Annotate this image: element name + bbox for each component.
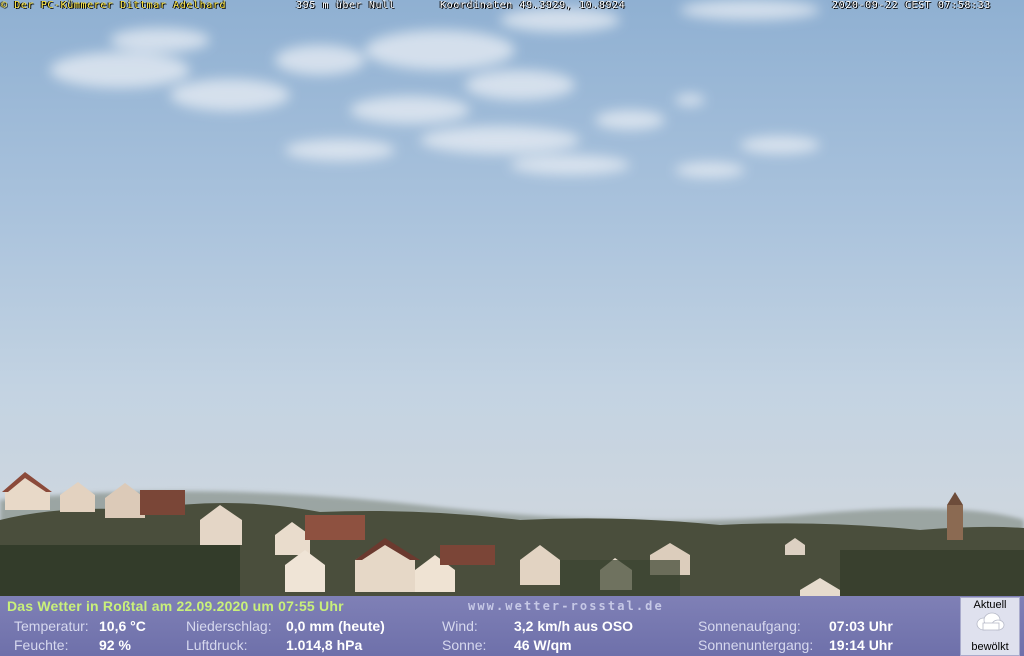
coordinates-text: Koordinaten 49.3929, 10.8924 [440,0,626,11]
sunrise-value: 07:03 Uhr [829,618,893,634]
sun-value: 46 W/qm [514,637,572,653]
wind-label: Wind: [442,618,478,634]
webcam-overlay-bar: © Der PC-Kümmerer Dittmar Adelhard 395 m… [0,0,1024,12]
sunset-value: 19:14 Uhr [829,637,893,653]
temperature-value: 10,6 °C [99,618,146,634]
website-text: www.wetter-rosstal.de [468,599,664,613]
timestamp-text: 2020-09-22 CEST 07:58:33 [832,0,991,11]
humidity-value: 92 % [99,637,131,653]
pressure-value: 1.014,8 hPa [286,637,363,653]
condition-heading: Aktuell [973,599,1007,611]
condition-text: bewölkt [971,641,1009,653]
humidity-label: Feuchte: [14,637,69,653]
sunrise-label: Sonnenaufgang: [698,618,801,634]
copyright-text: © Der PC-Kümmerer Dittmar Adelhard [1,0,227,11]
weather-headline: Das Wetter in Roßtal am 22.09.2020 um 07… [7,598,344,614]
precipitation-label: Niederschlag: [186,618,272,634]
webcam-photo [0,0,1024,596]
precipitation-value: 0,0 mm (heute) [286,618,385,634]
altitude-text: 395 m über Null [296,0,396,11]
pressure-label: Luftdruck: [186,637,248,653]
temperature-label: Temperatur: [14,618,89,634]
cloud-icon [976,612,1005,631]
current-condition-box: Aktuell bewölkt [960,597,1020,656]
weather-panel: Das Wetter in Roßtal am 22.09.2020 um 07… [0,596,1024,656]
wind-value: 3,2 km/h aus OSO [514,618,634,634]
sunset-label: Sonnenuntergang: [698,637,814,653]
sun-label: Sonne: [442,637,487,653]
